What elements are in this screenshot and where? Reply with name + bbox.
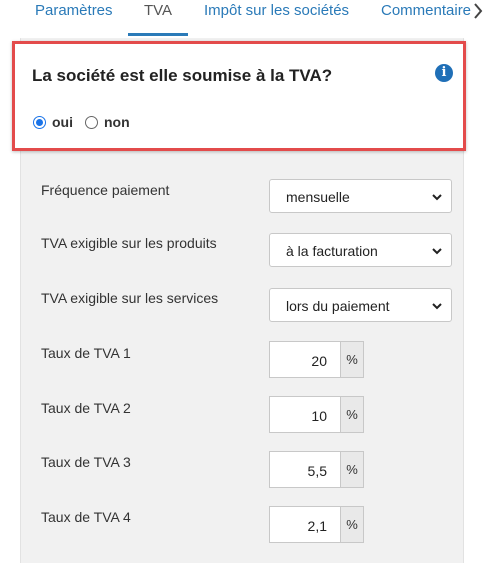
taux4-unit: % [340, 506, 364, 543]
tab-commentaire[interactable]: Commentaire [381, 2, 471, 19]
chevron-down-icon [432, 303, 442, 310]
taux1-label: Taux de TVA 1 [41, 345, 131, 361]
chevron-down-icon [432, 248, 442, 255]
services-select[interactable]: lors du paiement [269, 288, 452, 322]
taux4-label: Taux de TVA 4 [41, 509, 131, 525]
tab-bar: Paramètres TVA Impôt sur les sociétés Co… [0, 0, 485, 38]
taux3-input[interactable]: 5,5 [269, 451, 341, 488]
taux4-value: 2,1 [307, 518, 327, 534]
tva-question-box: La société est elle soumise à la TVA? i … [12, 41, 466, 151]
services-value: lors du paiement [286, 298, 390, 314]
tab-parametres[interactable]: Paramètres [35, 2, 113, 19]
question-title: La société est elle soumise à la TVA? [32, 66, 333, 85]
tab-tva[interactable]: TVA [144, 2, 172, 19]
taux2-input[interactable]: 10 [269, 396, 341, 433]
produits-select[interactable]: à la facturation [269, 233, 452, 267]
taux2-label: Taux de TVA 2 [41, 400, 131, 416]
active-tab-indicator [128, 33, 188, 36]
chevron-down-icon [432, 194, 442, 201]
services-label: TVA exigible sur les services [41, 290, 219, 306]
radio-non-label: non [104, 114, 130, 130]
info-icon[interactable]: i [435, 64, 453, 82]
tva-radio-group: oui non [33, 113, 142, 131]
radio-oui-label: oui [52, 114, 73, 130]
taux3-unit: % [340, 451, 364, 488]
taux2-value: 10 [311, 408, 327, 424]
taux3-label: Taux de TVA 3 [41, 454, 131, 470]
frequence-value: mensuelle [286, 189, 350, 205]
frequence-select[interactable]: mensuelle [269, 179, 452, 213]
taux2-unit: % [340, 396, 364, 433]
radio-oui[interactable] [33, 115, 46, 129]
frequence-label: Fréquence paiement [41, 182, 170, 198]
produits-label: TVA exigible sur les produits [41, 235, 217, 251]
tab-scroll-right-icon[interactable] [471, 0, 485, 22]
produits-value: à la facturation [286, 243, 378, 259]
taux3-value: 5,5 [307, 463, 327, 479]
taux4-input[interactable]: 2,1 [269, 506, 341, 543]
radio-non[interactable] [85, 115, 98, 129]
taux1-input[interactable]: 20 [269, 341, 341, 378]
taux1-unit: % [340, 341, 364, 378]
tab-impot-societes[interactable]: Impôt sur les sociétés [204, 2, 349, 19]
taux1-value: 20 [311, 353, 327, 369]
radio-option-oui[interactable]: oui [33, 114, 73, 130]
radio-option-non[interactable]: non [85, 114, 130, 130]
